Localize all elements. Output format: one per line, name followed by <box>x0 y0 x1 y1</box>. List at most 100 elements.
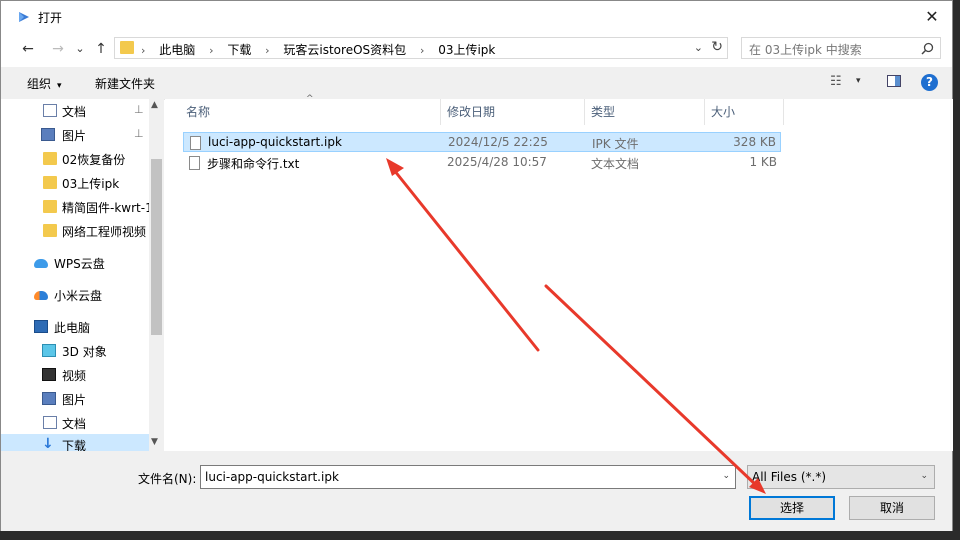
up-arrow-icon[interactable]: ↑ <box>90 39 112 59</box>
nav-item-3d-objects[interactable]: 3D 对象 <box>1 340 149 362</box>
breadcrumb-item-package[interactable]: 玩客云istoreOS资料包 <box>283 43 406 57</box>
nav-item-label: 3D 对象 <box>62 345 107 359</box>
breadcrumb-separator: › <box>141 44 146 57</box>
file-date: 2024/12/5 22:25 <box>448 135 548 149</box>
column-divider[interactable] <box>783 99 784 125</box>
organize-label: 组织 <box>27 77 52 91</box>
help-icon[interactable]: ? <box>921 74 938 91</box>
file-name: 步骤和命令行.txt <box>207 157 300 171</box>
folder-icon <box>43 152 57 165</box>
nav-item-downloads[interactable]: ↓ 下载 <box>1 434 149 451</box>
nav-item-this-pc[interactable]: 此电脑 <box>1 316 149 338</box>
column-header-name[interactable]: 名称 <box>186 99 210 125</box>
file-type: IPK 文件 <box>592 137 639 151</box>
search-input[interactable]: 在 03上传ipk 中搜索 <box>741 37 941 59</box>
column-divider[interactable] <box>440 99 441 125</box>
nav-item-mi-cloud[interactable]: 小米云盘 <box>1 284 149 306</box>
address-bar[interactable]: › 此电脑 › 下载 › 玩客云istoreOS资料包 › 03上传ipk ⌄ … <box>114 37 728 59</box>
scroll-up-icon[interactable]: ▲ <box>151 100 158 110</box>
scroll-down-icon[interactable]: ▼ <box>151 437 158 447</box>
nav-item-label: WPS云盘 <box>54 257 105 271</box>
pictures-icon <box>42 392 56 405</box>
window-title: 打开 <box>38 11 63 25</box>
forward-arrow-icon[interactable]: → <box>47 39 69 59</box>
breadcrumb-separator: › <box>265 44 270 57</box>
nav-item-label: 视频 <box>62 369 87 383</box>
nav-item-folder-videos[interactable]: 网络工程师视频 <box>1 220 149 242</box>
chevron-down-icon[interactable]: ⌄ <box>722 471 730 481</box>
column-header-date[interactable]: 修改日期 <box>447 99 495 125</box>
text-file-icon <box>189 156 200 170</box>
mi-cloud-icon <box>34 291 48 300</box>
breadcrumb-item-downloads[interactable]: 下载 <box>227 43 251 57</box>
nav-item-videos[interactable]: 视频 <box>1 364 149 386</box>
new-folder-button[interactable]: 新建文件夹 <box>95 75 155 92</box>
folder-icon <box>43 200 57 213</box>
dialog-footer: 文件名(N): luci-app-quickstart.ipk ⌄ All Fi… <box>1 451 952 531</box>
file-date: 2025/4/28 10:57 <box>447 155 547 169</box>
file-type-select[interactable]: All Files (*.*) ⌄ <box>747 465 935 489</box>
recent-locations-icon[interactable]: ⌄ <box>69 39 91 59</box>
computer-icon <box>34 320 48 333</box>
filename-field[interactable]: luci-app-quickstart.ipk ⌄ <box>200 465 736 489</box>
nav-item-label: 网络工程师视频 <box>62 225 147 239</box>
file-name: luci-app-quickstart.ipk <box>208 135 342 149</box>
nav-item-wps-cloud[interactable]: WPS云盘 <box>1 252 149 274</box>
nav-item-pictures-pinned[interactable]: 图片 ⊥ <box>1 124 149 146</box>
nav-item-pictures[interactable]: 图片 <box>1 388 149 410</box>
command-bar: 组织 ▾ 新建文件夹 ☷ ▾ ? <box>1 67 952 100</box>
file-size: 328 KB <box>733 135 776 149</box>
nav-item-folder-upload[interactable]: 03上传ipk <box>1 172 149 194</box>
breadcrumb-separator: › <box>419 44 425 57</box>
breadcrumb-item-this-pc[interactable]: 此电脑 <box>159 43 195 57</box>
sort-ascending-icon: ^ <box>306 94 314 104</box>
column-divider[interactable] <box>584 99 585 125</box>
address-dropdown-icon[interactable]: ⌄ <box>694 41 703 54</box>
file-type-filter-value: All Files (*.*) <box>752 470 827 484</box>
pin-icon: ⊥ <box>134 103 144 116</box>
breadcrumb: › 此电脑 › 下载 › 玩客云istoreOS资料包 › 03上传ipk <box>139 41 495 58</box>
scrollbar-thumb[interactable] <box>151 159 162 335</box>
file-icon <box>190 136 201 150</box>
videos-icon <box>42 368 56 381</box>
file-row[interactable]: luci-app-quickstart.ipk 2024/12/5 22:25 … <box>183 132 781 152</box>
nav-item-label: 03上传ipk <box>62 177 120 191</box>
nav-item-label: 精简固件-kwrt-1 <box>62 201 149 215</box>
nav-item-label: 小米云盘 <box>54 289 103 303</box>
refresh-icon[interactable]: ↻ <box>711 39 723 55</box>
nav-item-folder-restore[interactable]: 02恢复备份 <box>1 148 149 170</box>
breadcrumb-item-current[interactable]: 03上传ipk <box>438 43 495 57</box>
open-file-dialog: 打开 ✕ ← → ⌄ ↑ › 此电脑 › 下载 › 玩客云istoreOS资料包… <box>0 0 953 531</box>
preview-pane-icon[interactable] <box>887 75 901 87</box>
nav-item-folder-firmware[interactable]: 精简固件-kwrt-1 <box>1 196 149 218</box>
nav-item-label: 文档 <box>62 417 87 431</box>
folder-icon <box>43 176 57 189</box>
nav-item-documents[interactable]: 文档 <box>1 412 149 434</box>
cancel-button[interactable]: 取消 <box>849 496 935 520</box>
folder-icon <box>120 41 134 54</box>
view-options-caret-icon[interactable]: ▾ <box>856 76 861 86</box>
organize-menu-button[interactable]: 组织 ▾ <box>27 75 62 92</box>
folder-icon <box>43 224 57 237</box>
breadcrumb-separator: › <box>209 44 214 57</box>
nav-item-label: 图片 <box>62 129 87 143</box>
file-row[interactable]: 步骤和命令行.txt 2025/4/28 10:57 文本文档 1 KB <box>183 153 781 173</box>
pictures-icon <box>41 128 55 141</box>
file-type: 文本文档 <box>591 157 640 171</box>
file-size: 1 KB <box>749 155 777 169</box>
filename-value: luci-app-quickstart.ipk <box>205 470 339 484</box>
pin-icon: ⊥ <box>134 127 144 140</box>
change-view-icon[interactable]: ☷ <box>830 74 842 89</box>
nav-item-label: 文档 <box>62 105 87 119</box>
file-list: ^ 名称 修改日期 类型 大小 luci-app-quickstart.ipk … <box>165 94 953 451</box>
column-header-type[interactable]: 类型 <box>591 99 615 125</box>
close-icon[interactable]: ✕ <box>920 5 944 29</box>
column-divider[interactable] <box>704 99 705 125</box>
search-placeholder: 在 03上传ipk 中搜索 <box>749 43 862 57</box>
nav-item-documents-pinned[interactable]: 文档 ⊥ <box>1 100 149 122</box>
chevron-down-icon: ▾ <box>57 81 62 91</box>
nav-pane-scrollbar[interactable]: ▲ ▼ <box>149 99 164 451</box>
open-button[interactable]: 选择 <box>749 496 835 520</box>
column-header-size[interactable]: 大小 <box>711 99 735 125</box>
back-arrow-icon[interactable]: ← <box>17 39 39 59</box>
